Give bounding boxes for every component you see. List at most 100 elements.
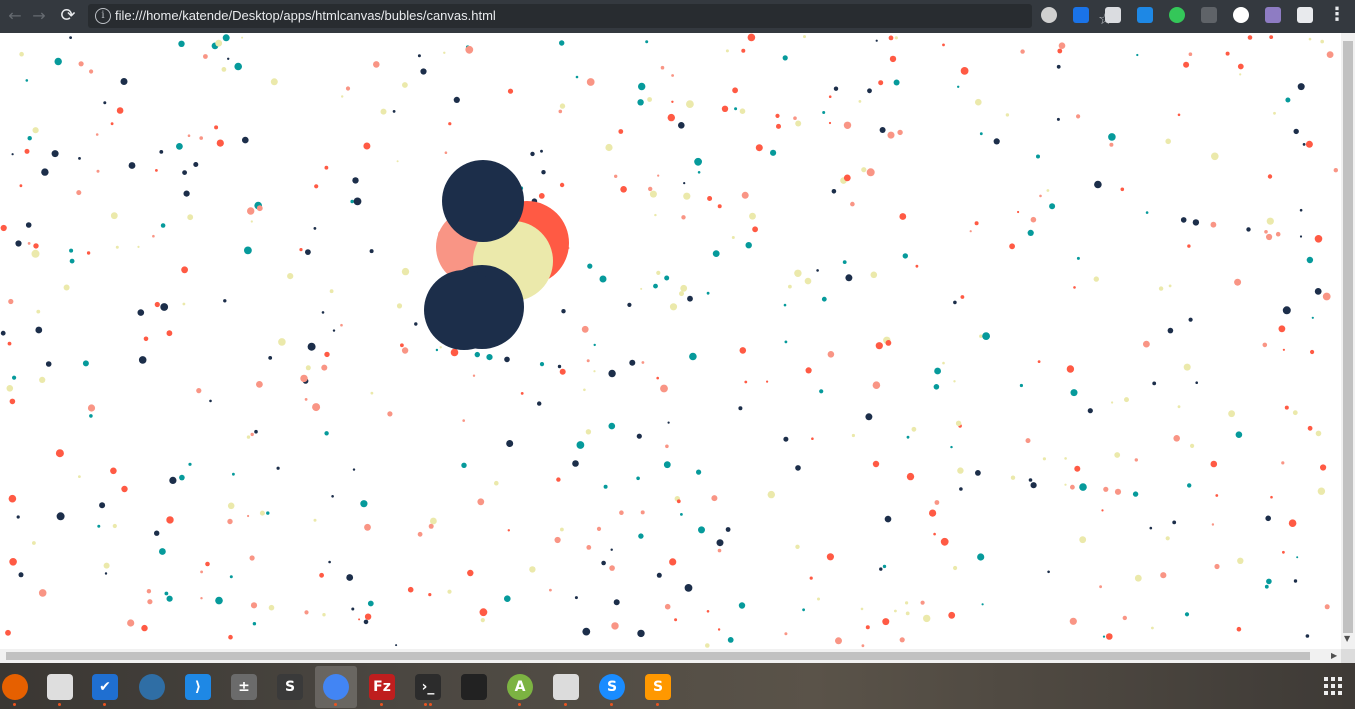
small-bubble	[940, 537, 949, 546]
small-bubble	[878, 80, 884, 86]
small-bubble	[1296, 556, 1299, 559]
small-bubble	[640, 510, 645, 515]
forward-arrow-icon[interactable]: →	[28, 6, 50, 26]
panda-extension-icon[interactable]	[1233, 7, 1249, 23]
skype-icon[interactable]: S	[599, 674, 625, 700]
gray-extension-icon[interactable]	[1201, 7, 1217, 23]
small-bubble	[1210, 221, 1217, 228]
small-bubble	[370, 391, 374, 395]
vertical-scrollbar[interactable]: ▼	[1341, 33, 1355, 649]
small-bubble	[585, 429, 592, 435]
shark-app-icon[interactable]	[139, 674, 165, 700]
small-bubble	[169, 476, 177, 484]
small-bubble	[620, 186, 627, 193]
small-bubble	[738, 602, 746, 609]
small-bubble	[1165, 138, 1171, 145]
small-bubble	[25, 222, 32, 228]
small-bubble	[861, 167, 867, 173]
small-bubble	[146, 589, 152, 594]
small-bubble	[942, 43, 945, 47]
small-bubble	[155, 169, 158, 172]
running-indicator	[58, 703, 61, 706]
small-bubble	[307, 342, 316, 351]
react-extension-icon[interactable]	[1297, 7, 1313, 23]
small-bubble	[1058, 42, 1066, 49]
small-bubble	[1134, 458, 1139, 462]
show-applications-icon[interactable]	[1324, 677, 1344, 697]
small-bubble	[1326, 51, 1334, 58]
small-bubble	[678, 122, 685, 129]
small-bubble	[276, 466, 280, 470]
small-bubble	[345, 86, 351, 91]
terminal-icon[interactable]: ›_	[415, 674, 441, 700]
download-extension-icon[interactable]	[1073, 7, 1089, 23]
small-bubble	[176, 143, 183, 150]
files-icon[interactable]	[47, 674, 73, 700]
vscode-icon[interactable]: ⟩	[185, 674, 211, 700]
small-bubble	[203, 54, 208, 59]
scroll-right-arrow-icon[interactable]: ▶	[1331, 651, 1337, 660]
small-bubble	[741, 191, 749, 199]
small-bubble	[1010, 475, 1016, 480]
small-bubble	[586, 359, 590, 363]
small-bubble	[1070, 484, 1075, 490]
small-bubble	[215, 596, 223, 605]
small-bubble	[826, 553, 835, 561]
green-extension-icon[interactable]	[1169, 7, 1185, 23]
firefox-icon[interactable]	[2, 674, 28, 700]
small-bubble	[683, 182, 686, 185]
small-bubble	[795, 465, 801, 471]
scroll-corner	[1341, 649, 1355, 663]
s-extension-icon[interactable]	[1137, 7, 1153, 23]
small-bubble	[32, 541, 36, 545]
small-bubble	[227, 57, 230, 60]
tasks-icon[interactable]: ✔	[92, 674, 118, 700]
small-bubble	[103, 101, 107, 105]
small-bubble	[887, 131, 895, 139]
sublime-text-icon[interactable]: S	[645, 674, 671, 700]
reload-icon[interactable]: ⟳	[57, 6, 79, 26]
save-extension-icon[interactable]	[1105, 7, 1121, 23]
back-arrow-icon[interactable]: ←	[4, 6, 26, 26]
small-bubble	[686, 100, 694, 108]
horizontal-scrollbar[interactable]: ▶	[0, 649, 1341, 663]
window-app-icon[interactable]	[553, 674, 579, 700]
small-bubble	[721, 105, 729, 113]
small-bubble	[1236, 626, 1242, 632]
small-bubble	[554, 536, 561, 544]
pen-extension-icon[interactable]	[1265, 7, 1281, 23]
small-bubble	[641, 361, 645, 364]
calculator-icon[interactable]: ±	[231, 674, 257, 700]
small-bubble	[304, 610, 309, 615]
small-bubble	[229, 575, 233, 579]
small-bubble	[934, 500, 940, 505]
horizontal-scroll-thumb[interactable]	[6, 652, 1310, 660]
filezilla-icon[interactable]: Fz	[369, 674, 395, 700]
address-bar[interactable]: i file:///home/katende/Desktop/apps/html…	[88, 4, 1112, 28]
chrome-icon[interactable]	[323, 674, 349, 700]
android-studio-icon[interactable]: A	[507, 674, 533, 700]
small-bubble	[1064, 457, 1067, 460]
sublime-s-icon[interactable]: S	[277, 674, 303, 700]
small-bubble	[696, 469, 702, 475]
taskbar-icon-glyph: ✔	[99, 679, 111, 695]
small-bubble	[667, 113, 675, 122]
video-editor-icon[interactable]	[461, 674, 487, 700]
info-icon[interactable]: i	[95, 8, 111, 24]
small-bubble	[1275, 231, 1281, 237]
small-bubble	[223, 299, 227, 303]
small-bubble	[822, 111, 826, 114]
small-bubble	[897, 129, 903, 136]
canvas[interactable]	[0, 33, 1341, 649]
small-bubble	[166, 595, 173, 602]
small-bubble	[1299, 235, 1303, 238]
small-bubble	[929, 509, 937, 517]
scroll-down-arrow-icon[interactable]: ▼	[1344, 634, 1350, 643]
url-text[interactable]: file:///home/katende/Desktop/apps/htmlca…	[115, 8, 496, 23]
menu-dots-icon[interactable]: ⋮	[1328, 5, 1346, 25]
vertical-scroll-thumb[interactable]	[1343, 41, 1353, 633]
small-bubble	[249, 555, 255, 561]
small-bubble	[828, 95, 832, 98]
extension-circle-icon[interactable]	[1041, 7, 1057, 23]
small-bubble	[1069, 617, 1077, 625]
